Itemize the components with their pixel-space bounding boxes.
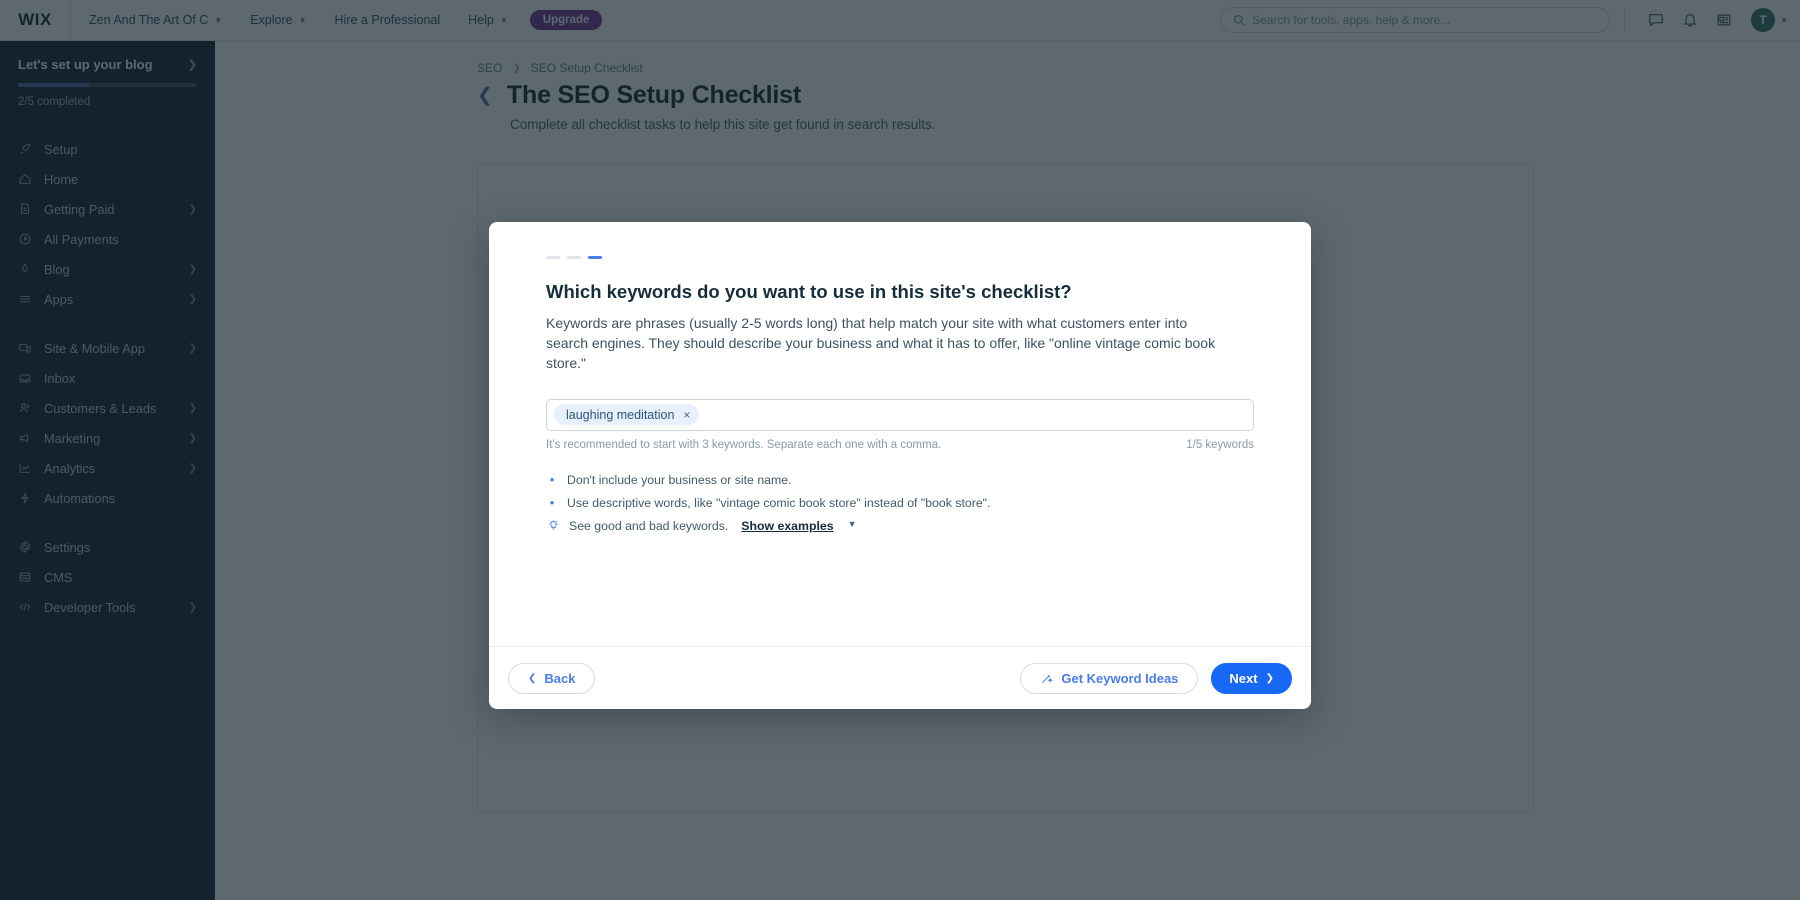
modal-footer-right: Get Keyword Ideas Next ❯ [1020,662,1292,694]
keyword-chip-label: laughing meditation [566,407,675,422]
tip-item: • Use descriptive words, like "vintage c… [546,494,1254,510]
keywords-counter: 1/5 keywords [1186,438,1254,451]
modal-title: Which keywords do you want to use in thi… [546,281,1072,302]
chevron-right-icon: ❯ [1265,672,1274,684]
tips-list: • Don't include your business or site na… [546,471,1254,533]
remove-keyword-icon[interactable]: × [683,409,690,421]
keywords-helper-text: It's recommended to start with 3 keyword… [546,438,942,451]
step-dash-2 [567,256,581,259]
next-button-label: Next [1229,670,1258,686]
bullet-icon: • [549,471,555,487]
lightbulb-icon [546,519,560,532]
chevron-down-icon[interactable]: ▼ [848,519,857,529]
step-indicator [546,256,1254,259]
next-button[interactable]: Next ❯ [1211,662,1292,694]
tip-text: Use descriptive words, like "vintage com… [567,495,991,510]
back-button-label: Back [544,670,576,686]
modal-description: Keywords are phrases (usually 2-5 words … [546,315,1216,371]
keywords-modal: Which keywords do you want to use in thi… [489,222,1311,709]
keyword-chip[interactable]: laughing meditation × [554,404,700,426]
bullet-icon: • [549,494,555,510]
chevron-left-icon: ❮ [528,672,537,684]
show-examples-link[interactable]: Show examples [741,519,833,533]
step-dash-1 [546,256,560,259]
back-button[interactable]: ❮ Back [508,662,596,694]
step-dash-3 [588,256,602,259]
tip-item: • Don't include your business or site na… [546,471,1254,487]
get-keyword-ideas-label: Get Keyword Ideas [1061,670,1179,686]
modal-body: Which keywords do you want to use in thi… [489,222,1311,646]
field-footer: It's recommended to start with 3 keyword… [546,439,1254,451]
get-keyword-ideas-button[interactable]: Get Keyword Ideas [1020,662,1199,694]
hint-text: See good and bad keywords. [569,519,729,534]
modal-footer: ❮ Back Get Keyword Ideas Next ❯ [489,646,1311,709]
tip-item-hint: See good and bad keywords. Show examples… [546,519,1254,533]
magic-wand-icon [1040,672,1054,685]
tip-text: Don't include your business or site name… [567,472,792,487]
keywords-input[interactable]: laughing meditation × [546,398,1254,431]
